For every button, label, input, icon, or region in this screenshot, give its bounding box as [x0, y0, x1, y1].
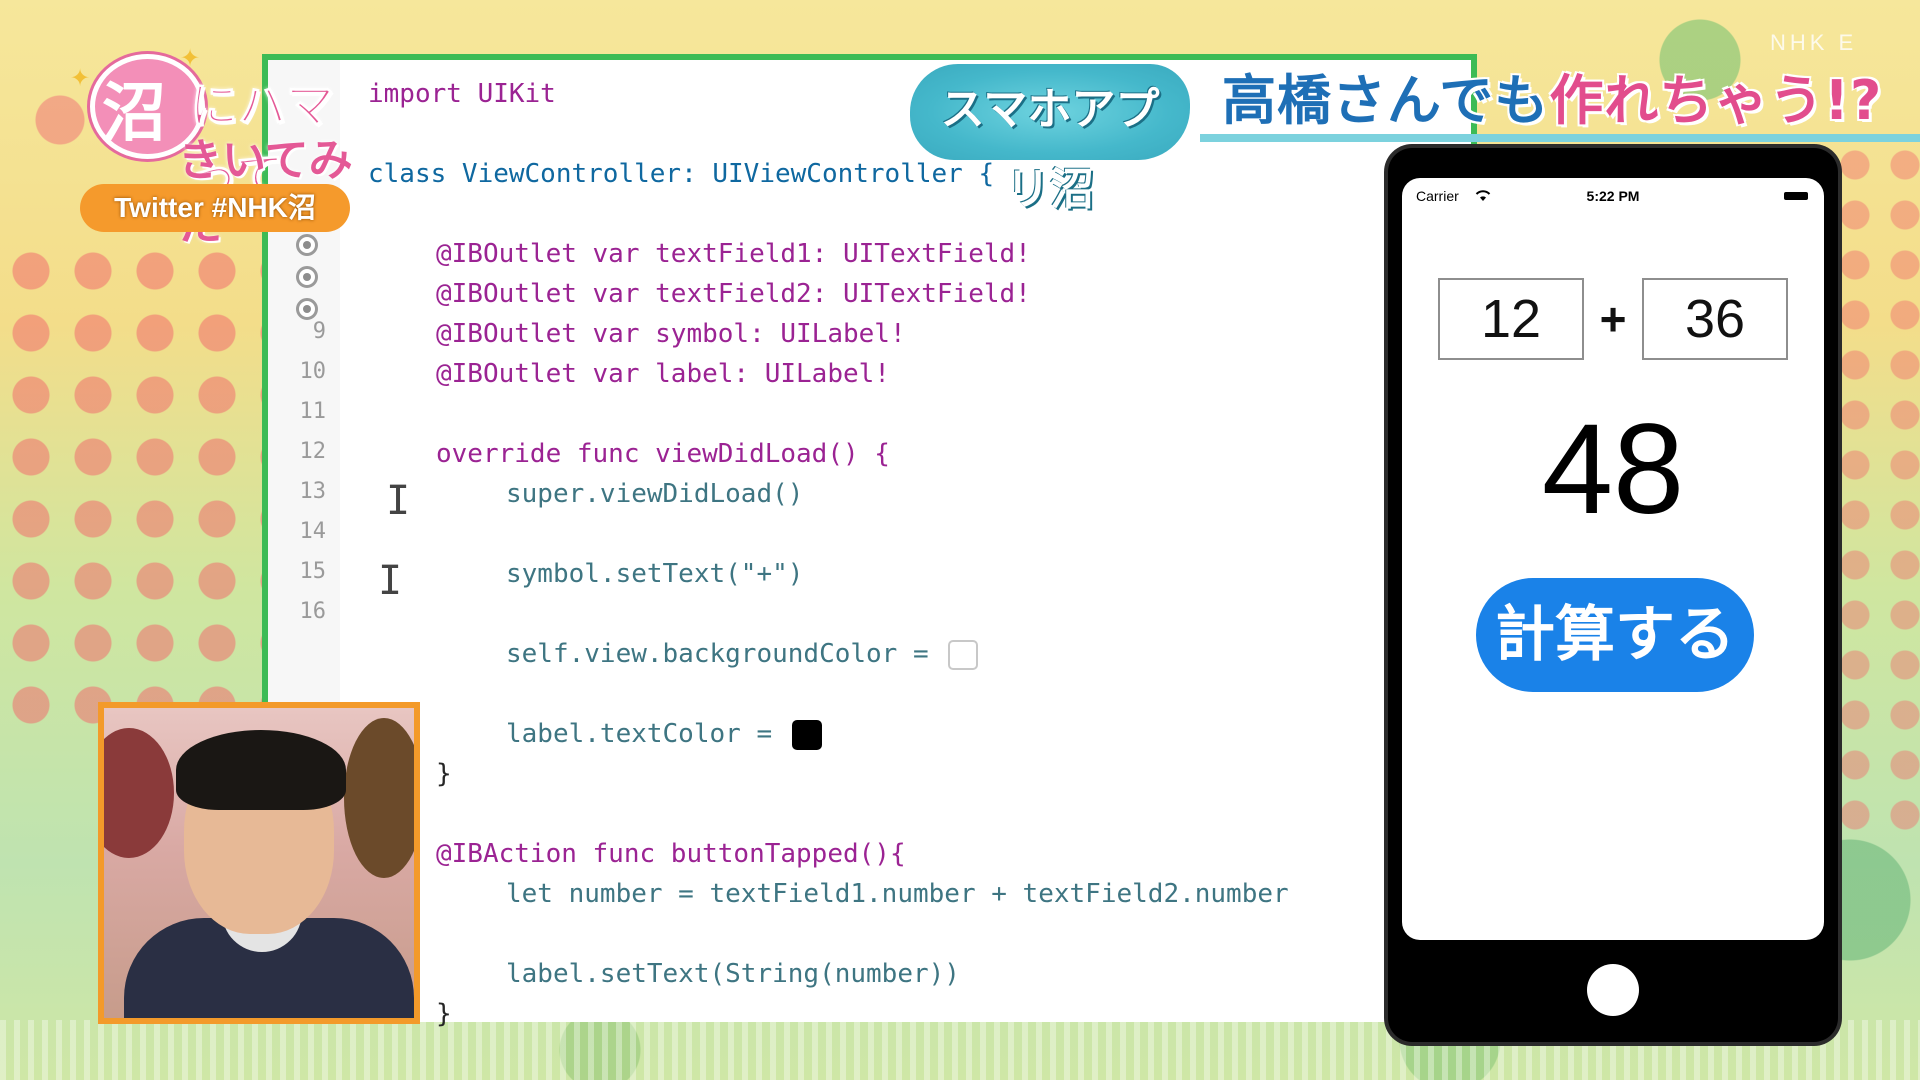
background-plant	[344, 718, 414, 878]
phone-screen: Carrier 5:22 PM 12 + 36 48 計算する	[1402, 178, 1824, 940]
code-line[interactable]: super.viewDidLoad()	[506, 474, 803, 514]
operator-symbol: +	[1599, 293, 1627, 345]
code-line[interactable]: @IBOutlet var textField1: UITextField!	[436, 234, 1031, 274]
line-number: 12	[299, 439, 327, 464]
background-dots-right	[1830, 140, 1920, 840]
line-number: 13	[299, 479, 327, 504]
line-number: 10	[299, 359, 327, 384]
presenter-hair	[176, 730, 346, 810]
line-number: 15	[299, 559, 327, 584]
code-line[interactable]: self.view.backgroundColor =	[506, 634, 979, 674]
calculate-button[interactable]: 計算する	[1476, 578, 1754, 692]
outlet-connection-icon[interactable]	[296, 266, 318, 288]
text-field-1[interactable]: 12	[1438, 278, 1584, 360]
code-line[interactable]: label.textColor =	[506, 714, 822, 754]
iphone-mockup: Carrier 5:22 PM 12 + 36 48 計算する	[1388, 148, 1838, 1042]
text-cursor-icon: I	[378, 558, 403, 604]
background-plant	[104, 728, 174, 858]
code-line[interactable]: let number = textField1.number + textFie…	[506, 874, 1289, 914]
home-button[interactable]	[1587, 964, 1639, 1016]
line-number: 9	[312, 319, 326, 344]
code-line[interactable]: @IBOutlet var textField2: UITextField!	[436, 274, 1031, 314]
twitter-hashtag-badge: Twitter #NHK沼	[80, 184, 350, 232]
show-logo: ✦ ✦ 沼 にハマって きいてみた Twitter #NHK沼	[70, 44, 360, 250]
code-line[interactable]: }	[436, 754, 452, 794]
code-line[interactable]: @IBOutlet var symbol: UILabel!	[436, 314, 906, 354]
white-color-swatch[interactable]	[948, 639, 979, 670]
status-bar: Carrier 5:22 PM	[1402, 178, 1824, 210]
code-line[interactable]: symbol.setText("+")	[506, 554, 803, 594]
line-number: 16	[299, 599, 327, 624]
code-line[interactable]: @IBAction func buttonTapped(){	[436, 834, 906, 874]
presenter-video-inset	[98, 702, 420, 1024]
logo-numa: 沼	[102, 77, 166, 151]
status-time: 5:22 PM	[1586, 188, 1640, 204]
code-line[interactable]: @IBOutlet var label: UILabel!	[436, 354, 890, 394]
line-number: 14	[299, 519, 327, 544]
code-line[interactable]: import UIKit	[368, 74, 556, 114]
background-dots-left	[0, 240, 270, 740]
line-number: 11	[299, 399, 327, 424]
code-editor[interactable]: 9 10 11 12 13 14 15 16 import UIKit clas…	[262, 54, 1477, 1029]
code-line[interactable]: override func viewDidLoad() {	[436, 434, 890, 474]
code-line[interactable]: label.setText(String(number))	[506, 954, 960, 994]
star-icon: ✦	[70, 64, 91, 92]
text-cursor-icon: I	[386, 478, 411, 524]
segment-tag: スマホアプリ沼	[940, 84, 1160, 215]
battery-icon	[1784, 192, 1808, 200]
text-field-2[interactable]: 36	[1642, 278, 1788, 360]
code-line[interactable]: }	[436, 994, 452, 1034]
result-label: 48	[1541, 398, 1685, 541]
episode-title: 高橋さんでも作れちゃう!?	[1222, 69, 1883, 132]
black-color-swatch[interactable]	[791, 719, 822, 750]
channel-watermark: NHK E	[1770, 30, 1858, 55]
code-line[interactable]: class ViewController: UIViewController {	[368, 154, 994, 194]
